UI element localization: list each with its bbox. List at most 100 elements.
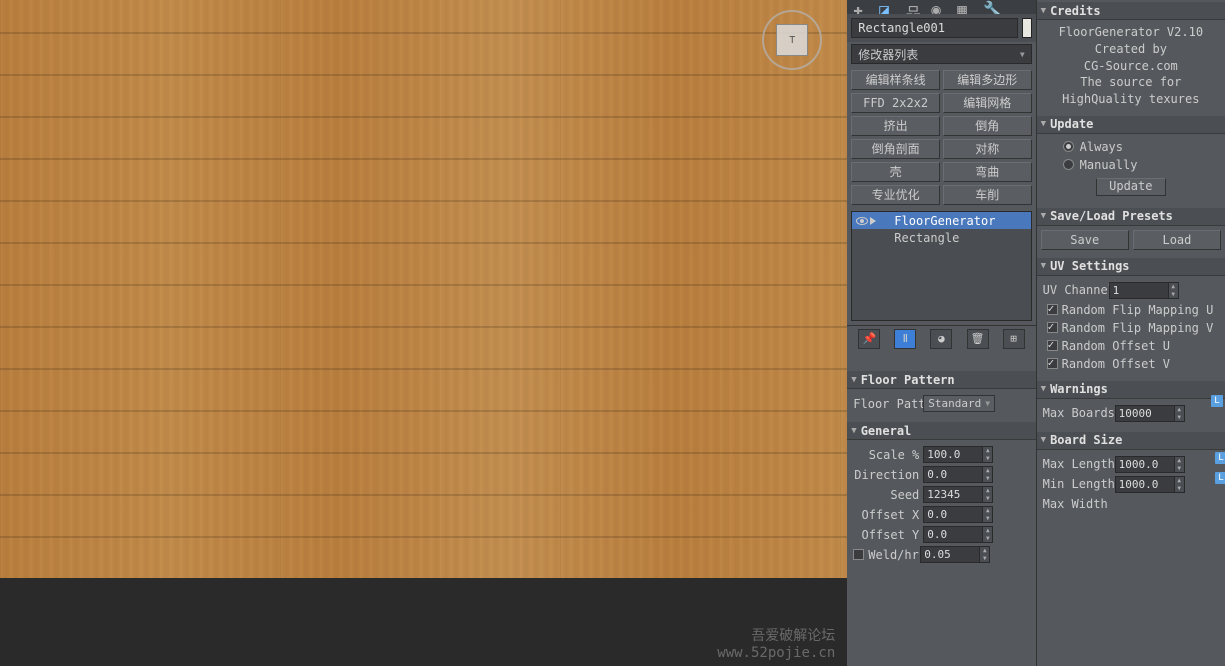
display-tab-icon[interactable]: ▦ [957, 0, 971, 14]
weld-input[interactable] [921, 547, 979, 562]
seed-spinner[interactable]: ▲▼ [923, 486, 993, 503]
rollup-header[interactable]: ▼ General [847, 422, 1035, 440]
min-length-input[interactable] [1116, 477, 1174, 492]
update-always-radio[interactable]: Always [1043, 138, 1219, 156]
btn-bevel[interactable]: 倒角 [943, 116, 1032, 136]
spin-down[interactable]: ▼ [1174, 413, 1184, 421]
seed-input[interactable] [924, 487, 982, 502]
flip-v-checkbox-row[interactable]: Random Flip Mapping V [1043, 319, 1219, 337]
rollup-board-size: ▼ Board Size Max Length▲▼ Min Length▲▼ M… [1037, 432, 1225, 519]
collapse-icon: ▼ [1041, 261, 1046, 271]
rollup-header[interactable]: ▼ Save/Load Presets [1037, 208, 1225, 226]
btn-extrude[interactable]: 挤出 [851, 116, 940, 136]
spin-down[interactable]: ▼ [982, 515, 992, 523]
offsetx-spinner[interactable]: ▲▼ [923, 506, 993, 523]
rollup-header[interactable]: ▼ UV Settings [1037, 258, 1225, 276]
update-button[interactable]: Update [1096, 178, 1166, 196]
btn-ffd[interactable]: FFD 2x2x2 [851, 93, 940, 113]
offset-u-checkbox-row[interactable]: Random Offset U [1043, 337, 1219, 355]
uv-channel-input[interactable] [1110, 283, 1168, 298]
lock-badge[interactable]: L [1215, 452, 1225, 464]
max-boards-spinner[interactable]: ▲▼ [1115, 405, 1185, 422]
spin-up[interactable]: ▲ [982, 527, 992, 535]
direction-spinner[interactable]: ▲▼ [923, 466, 993, 483]
spin-down[interactable]: ▼ [1168, 290, 1178, 298]
offsetx-input[interactable] [924, 507, 982, 522]
rollup-header[interactable]: ▼ Board Size [1037, 432, 1225, 450]
spin-down[interactable]: ▼ [979, 555, 989, 563]
offsety-spinner[interactable]: ▲▼ [923, 526, 993, 543]
max-boards-input[interactable] [1116, 406, 1174, 421]
spin-down[interactable]: ▼ [982, 495, 992, 503]
spin-up[interactable]: ▲ [1174, 406, 1184, 414]
save-preset-button[interactable]: Save [1041, 230, 1129, 250]
offsety-input[interactable] [924, 527, 982, 542]
btn-edit-poly[interactable]: 编辑多边形 [943, 70, 1032, 90]
btn-bevel-profile[interactable]: 倒角剖面 [851, 139, 940, 159]
spin-up[interactable]: ▲ [1174, 457, 1184, 465]
hierarchy-tab-icon[interactable]: 品 [905, 0, 919, 14]
btn-bend[interactable]: 弯曲 [943, 162, 1032, 182]
configure-sets-button[interactable]: ⊞ [1003, 329, 1025, 349]
object-color-swatch[interactable] [1022, 18, 1031, 38]
btn-prooptimizer[interactable]: 专业优化 [851, 185, 940, 205]
spin-down[interactable]: ▼ [982, 535, 992, 543]
spin-up[interactable]: ▲ [982, 487, 992, 495]
btn-lathe[interactable]: 车削 [943, 185, 1032, 205]
spin-up[interactable]: ▲ [982, 447, 992, 455]
direction-input[interactable] [924, 467, 982, 482]
spin-down[interactable]: ▼ [1174, 484, 1184, 492]
uv-channel-spinner[interactable]: ▲▼ [1109, 282, 1179, 299]
pin-stack-button[interactable]: 📌 [858, 329, 880, 349]
max-width-label: Max Width [1043, 497, 1115, 511]
flip-u-checkbox-row[interactable]: Random Flip Mapping U [1043, 301, 1219, 319]
motion-tab-icon[interactable]: ◉ [931, 0, 945, 14]
max-length-spinner[interactable]: ▲▼ [1115, 456, 1185, 473]
rollup-header[interactable]: ▼ Credits [1037, 2, 1225, 20]
spin-up[interactable]: ▲ [979, 547, 989, 555]
weld-label: Weld/hr. [868, 548, 920, 562]
lock-badge[interactable]: L [1211, 395, 1223, 407]
object-name-input[interactable] [851, 18, 1018, 38]
weld-spinner[interactable]: ▲▼ [920, 546, 990, 563]
spin-up[interactable]: ▲ [1174, 477, 1184, 485]
spin-down[interactable]: ▼ [1174, 464, 1184, 472]
utilities-tab-icon[interactable]: 🔧 [983, 0, 997, 14]
viewport-3d[interactable]: T 吾爱破解论坛 www.52pojie.cn [0, 0, 847, 666]
viewcube-top-face[interactable]: T [776, 24, 808, 56]
eye-icon[interactable] [856, 217, 868, 225]
weld-checkbox[interactable] [853, 549, 864, 560]
offset-v-checkbox-row[interactable]: Random Offset V [1043, 355, 1219, 373]
stack-item-rectangle[interactable]: Rectangle [852, 229, 1030, 246]
scale-input[interactable] [924, 447, 982, 462]
spin-up[interactable]: ▲ [1168, 283, 1178, 291]
modifier-stack[interactable]: FloorGenerator Rectangle [851, 211, 1031, 321]
show-end-result-button[interactable]: Ⅱ [894, 329, 916, 349]
spin-up[interactable]: ▲ [982, 467, 992, 475]
stack-item-floorgenerator[interactable]: FloorGenerator [852, 212, 1030, 229]
rollup-header[interactable]: ▼ Warnings [1037, 381, 1225, 399]
view-cube[interactable]: T [762, 10, 822, 70]
spin-down[interactable]: ▼ [982, 475, 992, 483]
floor-pattern-select[interactable]: Standard ▼ [923, 395, 995, 412]
spin-down[interactable]: ▼ [982, 455, 992, 463]
make-unique-button[interactable]: ◕ [930, 329, 952, 349]
load-preset-button[interactable]: Load [1133, 230, 1221, 250]
min-length-spinner[interactable]: ▲▼ [1115, 476, 1185, 493]
update-manually-radio[interactable]: Manually [1043, 156, 1219, 174]
scale-spinner[interactable]: ▲▼ [923, 446, 993, 463]
rollup-header[interactable]: ▼ Update [1037, 116, 1225, 134]
rollup-header[interactable]: ▼ Floor Pattern [847, 371, 1035, 389]
expand-icon[interactable] [870, 217, 876, 225]
modifier-list-dropdown[interactable]: 修改器列表 ▼ [851, 44, 1031, 64]
btn-edit-mesh[interactable]: 编辑网格 [943, 93, 1032, 113]
create-tab-icon[interactable]: ✚ [853, 0, 867, 14]
btn-symmetry[interactable]: 对称 [943, 139, 1032, 159]
btn-shell[interactable]: 壳 [851, 162, 940, 182]
max-length-input[interactable] [1116, 457, 1174, 472]
modify-tab-icon[interactable]: ◪ [879, 0, 893, 14]
btn-edit-spline[interactable]: 编辑样条线 [851, 70, 940, 90]
lock-badge[interactable]: L [1215, 472, 1225, 484]
spin-up[interactable]: ▲ [982, 507, 992, 515]
remove-modifier-button[interactable]: 🗑 [967, 329, 989, 349]
